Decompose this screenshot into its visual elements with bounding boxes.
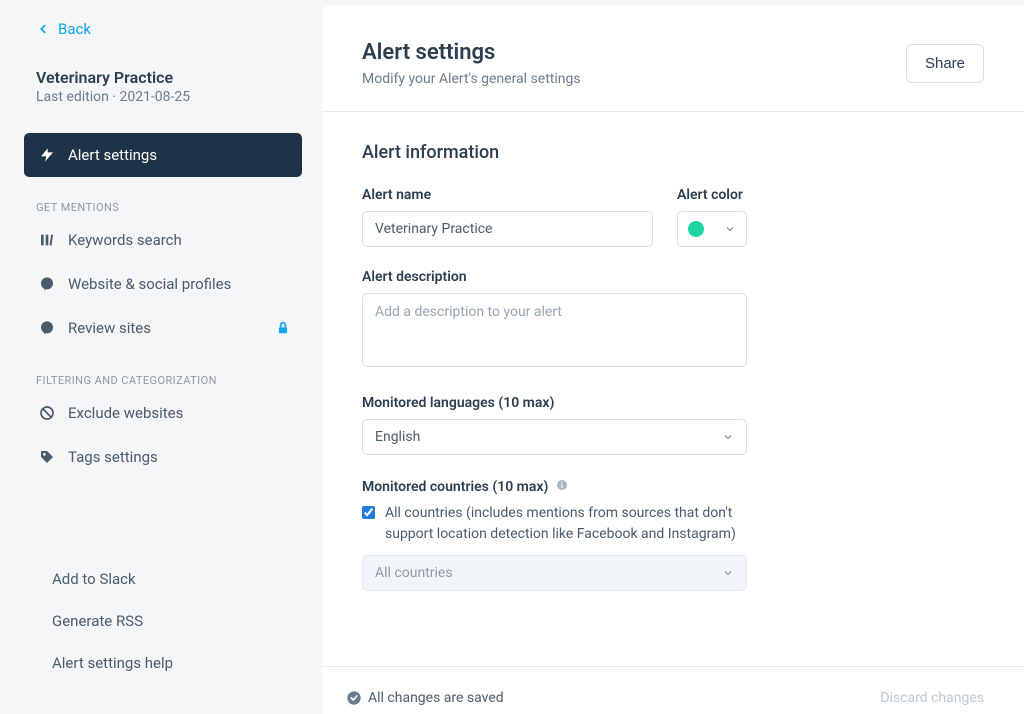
sidebar-item-website-social[interactable]: Website & social profiles bbox=[24, 262, 302, 306]
alert-color-label: Alert color bbox=[677, 187, 747, 203]
share-button[interactable]: Share bbox=[906, 44, 984, 83]
chevron-left-icon bbox=[36, 22, 50, 36]
color-swatch bbox=[688, 221, 704, 237]
sidebar-item-exclude-websites[interactable]: Exclude websites bbox=[24, 391, 302, 435]
section-filtering-label: FILTERING AND CATEGORIZATION bbox=[36, 374, 302, 387]
sidebar-item-label: Review sites bbox=[68, 319, 151, 337]
check-circle-icon bbox=[346, 690, 362, 706]
generate-rss-link[interactable]: Generate RSS bbox=[36, 600, 302, 642]
page-subtitle: Modify your Alert's general settings bbox=[362, 71, 581, 87]
all-countries-checkbox[interactable] bbox=[362, 506, 375, 519]
all-countries-checkbox-label[interactable]: All countries (includes mentions from so… bbox=[385, 503, 747, 545]
monitored-countries-label: Monitored countries (10 max) bbox=[362, 479, 747, 495]
lock-icon bbox=[276, 321, 290, 335]
alert-settings-help-link[interactable]: Alert settings help bbox=[36, 642, 302, 684]
countries-select-value: All countries bbox=[375, 565, 453, 581]
alert-color-picker[interactable] bbox=[677, 211, 747, 247]
sidebar-item-label: Alert settings bbox=[68, 146, 157, 164]
monitored-languages-label: Monitored languages (10 max) bbox=[362, 395, 747, 411]
bookmark-icon bbox=[36, 232, 58, 248]
save-bar: All changes are saved Discard changes bbox=[322, 666, 1024, 714]
lightning-icon bbox=[36, 147, 58, 163]
chevron-down-icon bbox=[722, 567, 734, 579]
sidebar-item-review-sites[interactable]: Review sites bbox=[24, 306, 302, 350]
section-get-mentions-label: GET MENTIONS bbox=[36, 201, 302, 214]
back-link[interactable]: Back bbox=[36, 20, 302, 38]
main-body: Alert information Alert name Alert color… bbox=[322, 112, 1024, 666]
ban-icon bbox=[36, 405, 58, 421]
chevron-down-icon bbox=[724, 223, 736, 235]
sidebar: Back Veterinary Practice Last edition · … bbox=[0, 0, 322, 714]
monitored-languages-value: English bbox=[375, 429, 420, 445]
alert-title: Veterinary Practice bbox=[36, 68, 302, 87]
alert-name-label: Alert name bbox=[362, 187, 653, 203]
alert-description-label: Alert description bbox=[362, 269, 747, 285]
alert-name-input[interactable] bbox=[362, 211, 653, 247]
comment-icon bbox=[36, 276, 58, 292]
add-to-slack-link[interactable]: Add to Slack bbox=[36, 558, 302, 600]
alert-description-input[interactable] bbox=[362, 293, 747, 367]
sidebar-item-label: Exclude websites bbox=[68, 404, 183, 422]
section-title: Alert information bbox=[362, 142, 984, 163]
comment-dots-icon bbox=[36, 320, 58, 336]
main-header: Alert settings Modify your Alert's gener… bbox=[322, 6, 1024, 112]
sidebar-item-label: Website & social profiles bbox=[68, 275, 231, 293]
info-icon bbox=[556, 479, 568, 495]
main-panel: Alert settings Modify your Alert's gener… bbox=[322, 6, 1024, 714]
monitored-languages-select[interactable]: English bbox=[362, 419, 747, 455]
sidebar-item-label: Tags settings bbox=[68, 448, 158, 466]
page-title: Alert settings bbox=[362, 40, 581, 65]
sidebar-item-label: Keywords search bbox=[68, 231, 182, 249]
tag-icon bbox=[36, 449, 58, 465]
sidebar-item-tags-settings[interactable]: Tags settings bbox=[24, 435, 302, 479]
alert-last-edition: Last edition · 2021-08-25 bbox=[36, 89, 302, 105]
chevron-down-icon bbox=[722, 431, 734, 443]
back-label: Back bbox=[58, 20, 91, 38]
saved-status: All changes are saved bbox=[346, 690, 504, 706]
sidebar-bottom-links: Add to Slack Generate RSS Alert settings… bbox=[36, 558, 302, 704]
discard-changes-link[interactable]: Discard changes bbox=[880, 690, 984, 706]
countries-select-disabled: All countries bbox=[362, 555, 747, 591]
sidebar-item-alert-settings[interactable]: Alert settings bbox=[24, 133, 302, 177]
sidebar-item-keywords-search[interactable]: Keywords search bbox=[24, 218, 302, 262]
